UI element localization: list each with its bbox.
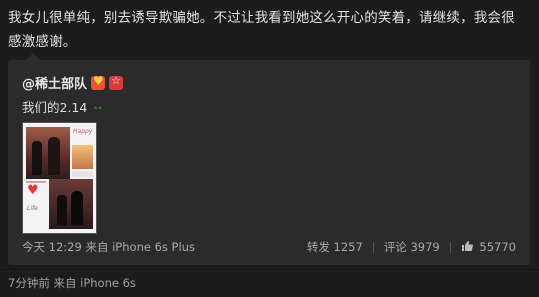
repost-button[interactable]: 转发 1257	[307, 239, 363, 255]
repost-time[interactable]: 今天 12:29	[22, 240, 82, 254]
repost-label: 转发	[306, 240, 330, 254]
repost-text: 我们的2.14 ˄˄	[22, 97, 102, 117]
post-time[interactable]: 7分钟前	[8, 276, 50, 290]
repost-author-row: @稀土部队	[22, 73, 124, 92]
photo-couple-bottom	[49, 179, 93, 229]
thumbs-up-icon	[461, 241, 473, 251]
comment-label: 评论	[383, 240, 407, 254]
section-divider	[0, 269, 539, 270]
repost-source: 来自 iPhone 6s Plus	[85, 240, 195, 254]
sprout-emoji-icon: ˄˄	[93, 107, 103, 117]
like-button[interactable]: 55770	[451, 240, 516, 254]
photo-couple-top	[26, 127, 70, 179]
photo-strip	[72, 171, 93, 177]
member-badge-icon[interactable]	[109, 74, 124, 90]
comment-count: 3979	[410, 240, 440, 254]
repost-stats: 转发 1257 评论 3979 55770	[297, 239, 516, 255]
repost-card[interactable]: @稀土部队 我们的2.14 ˄˄ Happy Life 今天 12:29 来自 i…	[8, 53, 530, 265]
comment-button[interactable]: 评论 3979	[384, 239, 440, 255]
repost-pointer	[26, 53, 40, 60]
heart-badge-icon[interactable]	[91, 74, 106, 90]
repost-count: 1257	[333, 240, 363, 254]
photo-caption-top: Happy	[73, 128, 93, 135]
photo-sunset	[72, 145, 93, 169]
stats-divider	[372, 241, 374, 253]
repost-text-content: 我们的2.14	[22, 100, 88, 115]
repost-meta: 今天 12:29 来自 iPhone 6s Plus	[22, 239, 195, 255]
like-count: 55770	[479, 240, 516, 254]
post-meta: 7分钟前 来自 iPhone 6s	[8, 275, 136, 291]
heart-icon	[27, 183, 39, 198]
repost-author-link[interactable]: @稀土部队	[22, 73, 87, 92]
photo-caption-bottom: Life	[27, 205, 38, 212]
repost-photo-thumbnail[interactable]: Happy Life	[22, 122, 97, 234]
post-text: 我女儿很单纯，别去诱导欺骗她。不过让我看到她这么开心的笑着，请继续，我会很感激感…	[8, 10, 515, 50]
post-source: 来自 iPhone 6s	[53, 276, 136, 290]
